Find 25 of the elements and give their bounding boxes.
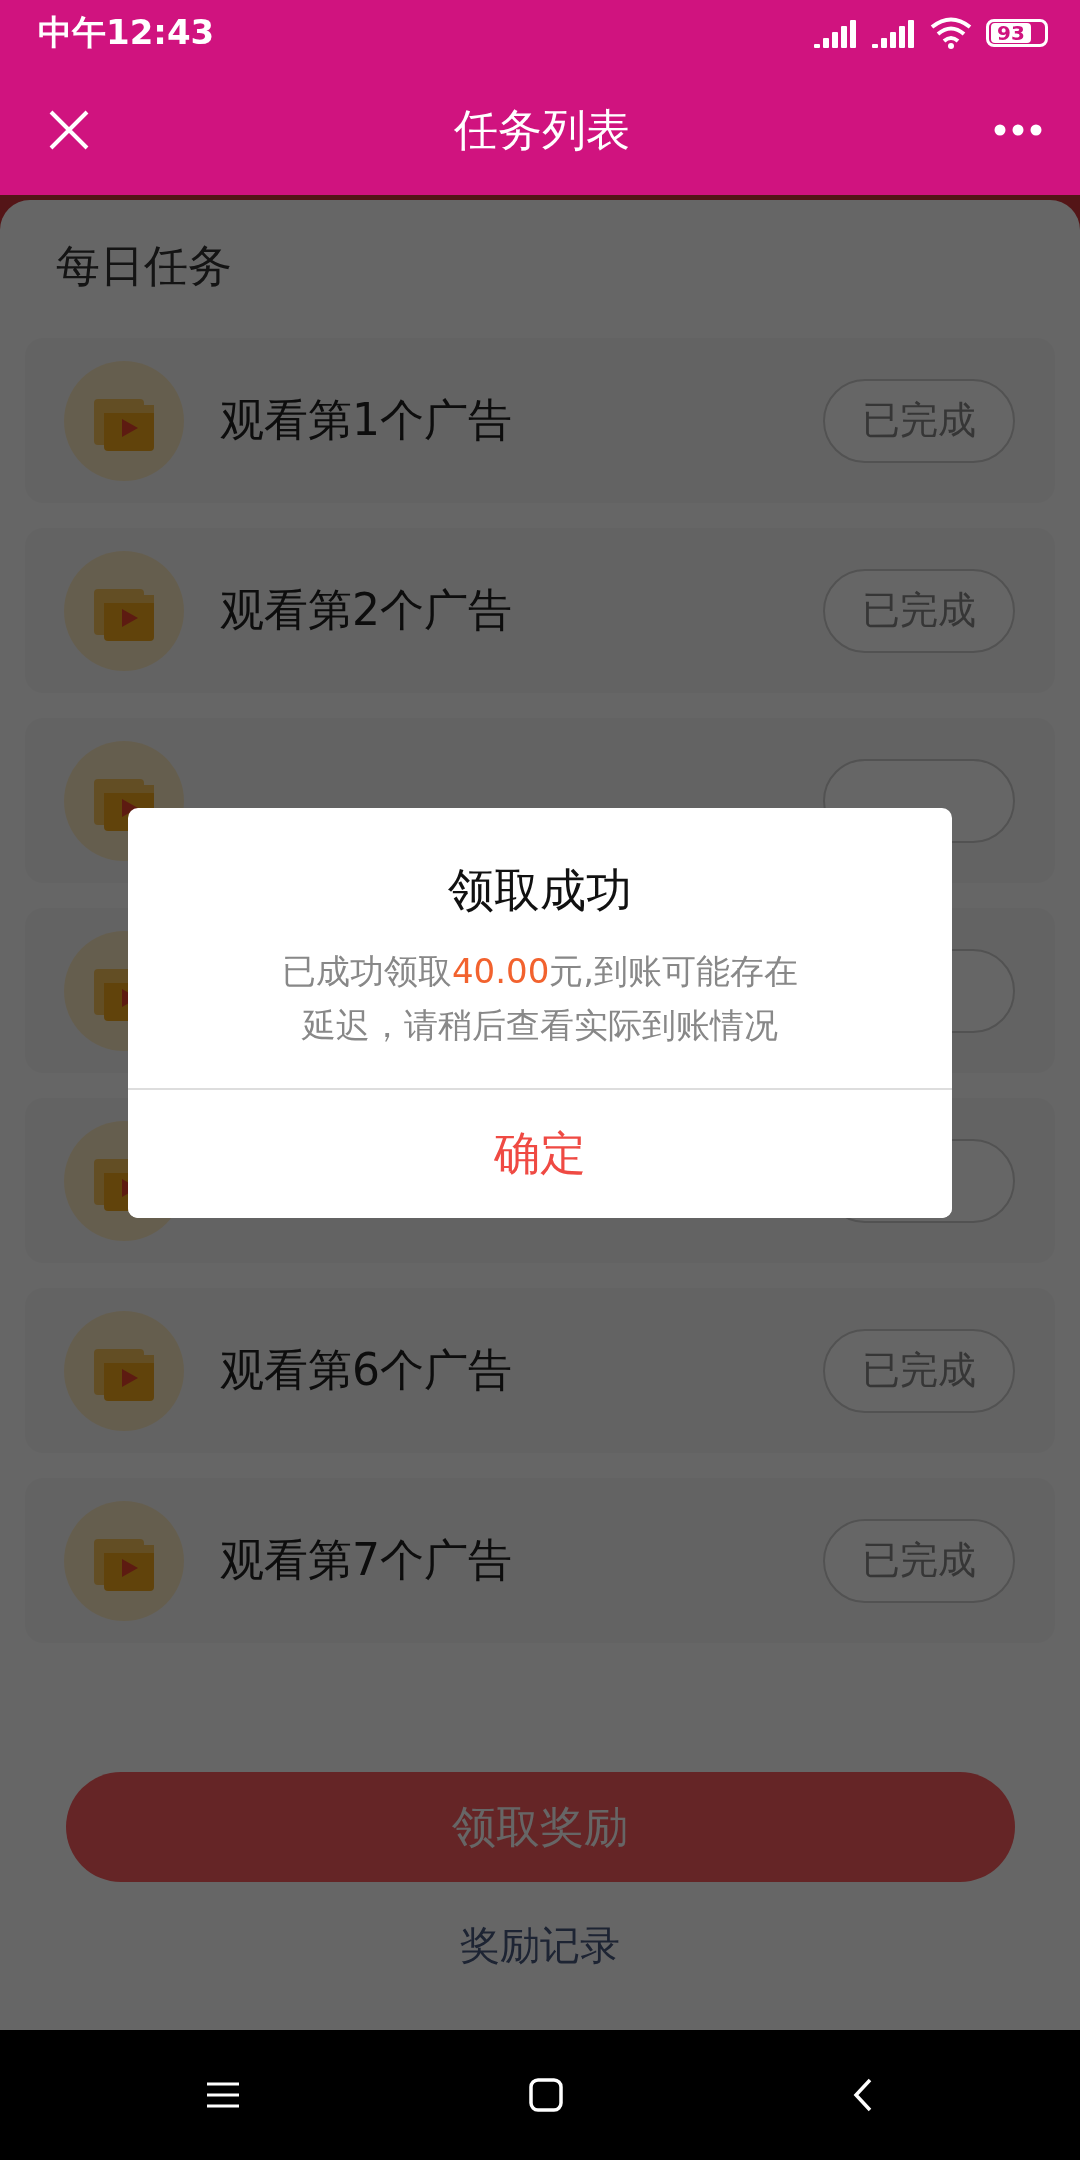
- task-label: 观看第7个广告: [220, 1533, 512, 1587]
- task-label: 观看第1个广告: [220, 393, 512, 447]
- confirm-button[interactable]: 确定: [128, 1088, 952, 1218]
- battery-icon: 93: [986, 18, 1048, 47]
- signal-icon: [872, 17, 916, 48]
- back-icon[interactable]: [853, 2078, 873, 2112]
- status-time: 中午12:43: [38, 10, 215, 54]
- section-title: 每日任务: [55, 239, 233, 293]
- task-label: 观看第6个广告: [220, 1343, 512, 1397]
- home-icon[interactable]: [529, 2078, 563, 2112]
- more-icon[interactable]: [994, 124, 1042, 136]
- dialog-message: 已成功领取40.00元,到账可能存在延迟，请稍后查看实际到账情况: [280, 950, 800, 1047]
- clapperboard-icon: [64, 1500, 184, 1621]
- signal-icon: [814, 17, 858, 48]
- close-icon[interactable]: [48, 109, 90, 151]
- reward-records-link[interactable]: 奖励记录: [460, 1912, 620, 1978]
- menu-icon[interactable]: [207, 2082, 239, 2108]
- dialog-title: 领取成功: [448, 862, 632, 919]
- claim-reward-button[interactable]: 领取奖励: [65, 1772, 1015, 1882]
- task-label: 观看第2个广告: [220, 583, 512, 637]
- clapperboard-icon: [64, 550, 184, 671]
- clapperboard-icon: [64, 360, 184, 481]
- clapperboard-icon: [64, 1310, 184, 1431]
- page-title: 任务列表: [454, 102, 630, 157]
- wifi-icon: [930, 15, 972, 50]
